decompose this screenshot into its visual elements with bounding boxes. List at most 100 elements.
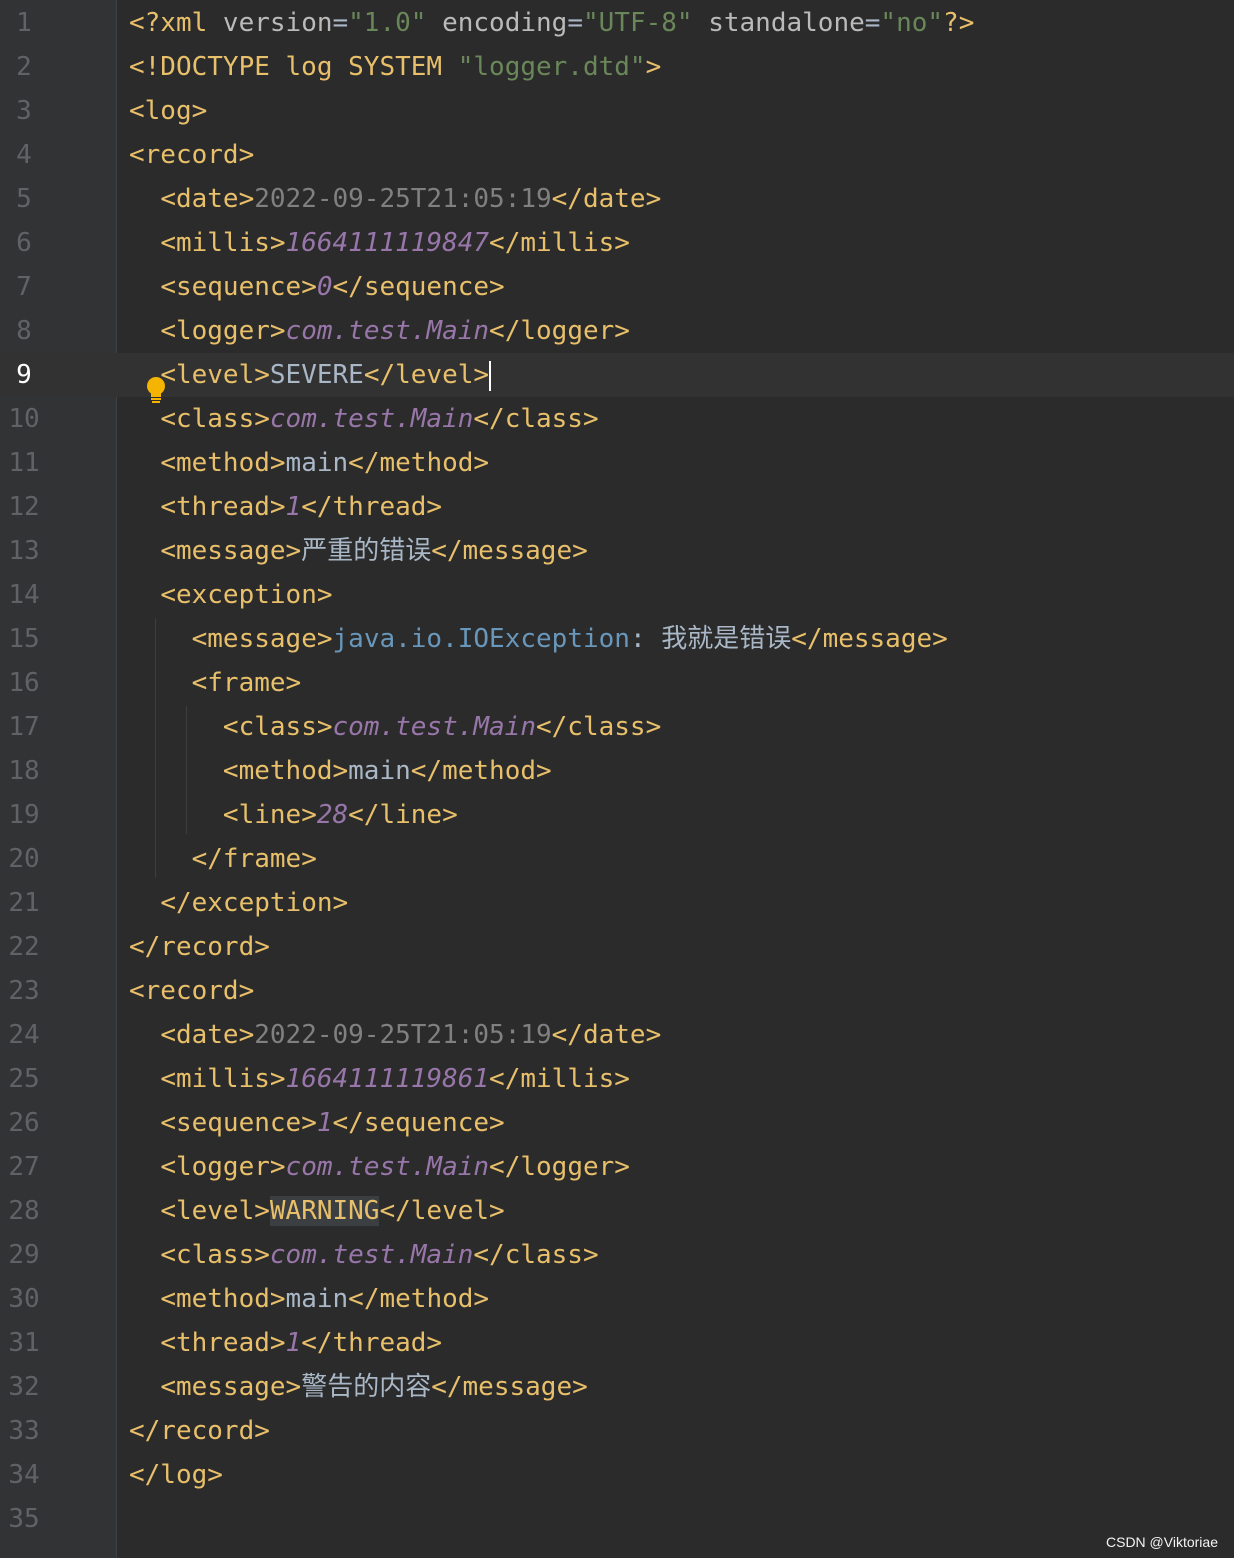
line-number[interactable]: 21 [0, 881, 48, 925]
line-text[interactable]: <thread>1</thread> [129, 485, 442, 529]
code-line[interactable]: 6 <millis>1664111119847</millis> [0, 221, 1234, 265]
line-text[interactable]: <millis>1664111119861</millis> [129, 1057, 630, 1101]
code-line[interactable]: 24 <date>2022-09-25T21:05:19</date> [0, 1013, 1234, 1057]
line-number[interactable]: 7 [0, 265, 48, 309]
line-text[interactable]: <message>java.io.IOException: 我就是错误</mes… [129, 617, 948, 661]
code-line[interactable]: 8 <logger>com.test.Main</logger> [0, 309, 1234, 353]
line-number[interactable]: 26 [0, 1101, 48, 1145]
code-line[interactable]: 7 <sequence>0</sequence> [0, 265, 1234, 309]
code-line[interactable]: 12 <thread>1</thread> [0, 485, 1234, 529]
line-text[interactable]: <sequence>1</sequence> [129, 1101, 504, 1145]
line-number[interactable]: 30 [0, 1277, 48, 1321]
line-number[interactable]: 19 [0, 793, 48, 837]
line-number[interactable]: 9 [0, 353, 48, 397]
code-line[interactable]: 3 <log> [0, 89, 1234, 133]
line-text[interactable]: <log> [129, 89, 207, 133]
line-number[interactable]: 24 [0, 1013, 48, 1057]
line-number[interactable]: 8 [0, 309, 48, 353]
code-line[interactable]: 5 <date>2022-09-25T21:05:19</date> [0, 177, 1234, 221]
line-text[interactable]: <message>警告的内容</message> [129, 1365, 587, 1409]
line-number[interactable]: 11 [0, 441, 48, 485]
code-line[interactable]: 20 </frame> [0, 837, 1234, 881]
line-text[interactable]: <method>main</method> [129, 1277, 489, 1321]
code-line[interactable]: 21 </exception> [0, 881, 1234, 925]
code-line[interactable]: 30 <method>main</method> [0, 1277, 1234, 1321]
code-line[interactable]: 13 <message>严重的错误</message> [0, 529, 1234, 573]
line-text[interactable]: <date>2022-09-25T21:05:19</date> [129, 1013, 661, 1057]
line-number[interactable]: 16 [0, 661, 48, 705]
line-text[interactable]: <line>28</line> [129, 793, 458, 837]
line-text[interactable]: <!DOCTYPE log SYSTEM "logger.dtd"> [129, 45, 661, 89]
code-line[interactable]: 2 <!DOCTYPE log SYSTEM "logger.dtd"> [0, 45, 1234, 89]
code-line[interactable]: 9 <level>SEVERE</level> [0, 353, 1234, 397]
line-number[interactable]: 10 [0, 397, 48, 441]
line-number[interactable]: 14 [0, 573, 48, 617]
line-number[interactable]: 1 [0, 1, 48, 45]
code-line[interactable]: 29 <class>com.test.Main</class> [0, 1233, 1234, 1277]
line-text[interactable]: </log> [129, 1453, 223, 1497]
code-line[interactable]: 33 </record> [0, 1409, 1234, 1453]
code-line[interactable]: 35 [0, 1497, 1234, 1541]
line-number[interactable]: 28 [0, 1189, 48, 1233]
code-line[interactable]: 11 <method>main</method> [0, 441, 1234, 485]
line-text[interactable]: <exception> [129, 573, 332, 617]
line-text[interactable]: </frame> [129, 837, 317, 881]
code-line[interactable]: 27 <logger>com.test.Main</logger> [0, 1145, 1234, 1189]
line-number[interactable]: 12 [0, 485, 48, 529]
line-text[interactable]: <method>main</method> [129, 749, 552, 793]
line-text[interactable]: <record> [129, 969, 254, 1013]
line-text[interactable]: <level>SEVERE</level> [129, 353, 492, 397]
line-text[interactable]: <logger>com.test.Main</logger> [129, 309, 630, 353]
line-number[interactable]: 15 [0, 617, 48, 661]
lightbulb-icon[interactable] [145, 376, 167, 406]
code-line[interactable]: 14 <exception> [0, 573, 1234, 617]
line-number[interactable]: 2 [0, 45, 48, 89]
line-number[interactable]: 18 [0, 749, 48, 793]
code-line[interactable]: 1 <?xml version="1.0" encoding="UTF-8" st… [0, 1, 1234, 45]
code-line[interactable]: 26 <sequence>1</sequence> [0, 1101, 1234, 1145]
code-line[interactable]: 34 </log> [0, 1453, 1234, 1497]
code-line[interactable]: 15 <message>java.io.IOException: 我就是错误</… [0, 617, 1234, 661]
line-text[interactable]: <?xml version="1.0" encoding="UTF-8" sta… [129, 1, 974, 45]
line-number[interactable]: 32 [0, 1365, 48, 1409]
code-line[interactable]: 10 <class>com.test.Main</class> [0, 397, 1234, 441]
line-text[interactable]: <sequence>0</sequence> [129, 265, 504, 309]
line-text[interactable]: <thread>1</thread> [129, 1321, 442, 1365]
line-text[interactable]: <record> [129, 133, 254, 177]
line-text[interactable]: </exception> [129, 881, 348, 925]
line-number[interactable]: 20 [0, 837, 48, 881]
code-editor[interactable]: 1 <?xml version="1.0" encoding="UTF-8" st… [0, 0, 1234, 1558]
code-line[interactable]: 4 <record> [0, 133, 1234, 177]
code-line[interactable]: 23 <record> [0, 969, 1234, 1013]
line-text[interactable]: <class>com.test.Main</class> [129, 1233, 598, 1277]
code-line[interactable]: 22 </record> [0, 925, 1234, 969]
line-number[interactable]: 22 [0, 925, 48, 969]
line-text[interactable]: <class>com.test.Main</class> [129, 705, 661, 749]
line-text[interactable]: <level>WARNING</level> [129, 1189, 505, 1233]
line-number[interactable]: 6 [0, 221, 48, 265]
line-number[interactable]: 3 [0, 89, 48, 133]
line-text[interactable]: <method>main</method> [129, 441, 489, 485]
line-number[interactable]: 29 [0, 1233, 48, 1277]
code-line[interactable]: 16 <frame> [0, 661, 1234, 705]
line-text[interactable]: </record> [129, 925, 270, 969]
code-line[interactable]: 32 <message>警告的内容</message> [0, 1365, 1234, 1409]
line-text[interactable]: <class>com.test.Main</class> [129, 397, 598, 441]
line-number[interactable]: 5 [0, 177, 48, 221]
line-text[interactable]: <logger>com.test.Main</logger> [129, 1145, 630, 1189]
line-number[interactable]: 35 [0, 1497, 48, 1541]
code-line[interactable]: 25 <millis>1664111119861</millis> [0, 1057, 1234, 1101]
line-text[interactable]: <millis>1664111119847</millis> [129, 221, 630, 265]
line-number[interactable]: 33 [0, 1409, 48, 1453]
line-text[interactable]: </record> [129, 1409, 270, 1453]
line-number[interactable]: 34 [0, 1453, 48, 1497]
line-text[interactable]: <date>2022-09-25T21:05:19</date> [129, 177, 661, 221]
line-number[interactable]: 31 [0, 1321, 48, 1365]
code-line[interactable]: 31 <thread>1</thread> [0, 1321, 1234, 1365]
line-number[interactable]: 4 [0, 133, 48, 177]
line-number[interactable]: 27 [0, 1145, 48, 1189]
line-number[interactable]: 13 [0, 529, 48, 573]
code-line[interactable]: 28 <level>WARNING</level> [0, 1189, 1234, 1233]
line-number[interactable]: 25 [0, 1057, 48, 1101]
line-number[interactable]: 17 [0, 705, 48, 749]
